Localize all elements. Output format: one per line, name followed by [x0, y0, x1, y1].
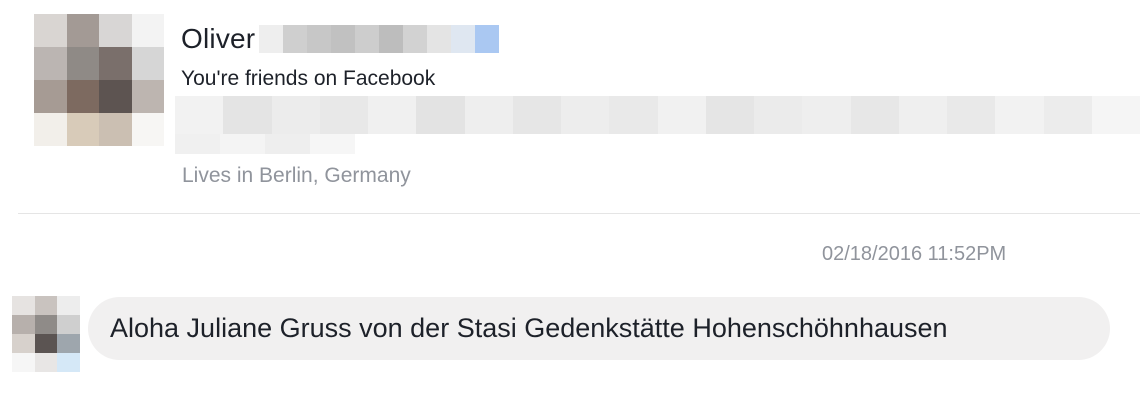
pixel-block — [34, 80, 67, 113]
pixel-block — [12, 334, 35, 353]
pixel-block — [307, 25, 332, 53]
pixel-block — [368, 96, 417, 134]
pixel-block — [223, 96, 272, 134]
pixel-block — [34, 47, 67, 80]
pixel-block — [34, 334, 58, 353]
profile-name[interactable]: Oliver — [181, 22, 500, 56]
name-redaction — [259, 25, 500, 53]
message-text: Aloha Juliane Gruss von der Stasi Gedenk… — [110, 313, 948, 343]
pixel-block — [99, 80, 132, 113]
pixel-block — [34, 315, 58, 334]
pixel-block — [220, 134, 265, 154]
pixel-block — [34, 14, 67, 47]
pixel-block — [283, 25, 308, 53]
pixel-block — [331, 25, 356, 53]
pixel-block — [271, 96, 320, 134]
pixel-block — [259, 25, 284, 53]
pixel-block — [57, 353, 80, 372]
pixel-block — [995, 96, 1044, 134]
pixel-block — [66, 47, 99, 80]
pixel-block — [379, 25, 404, 53]
pixel-block — [705, 96, 754, 134]
message-bubble[interactable]: Aloha Juliane Gruss von der Stasi Gedenk… — [88, 297, 1110, 360]
pixel-block — [12, 296, 35, 315]
pixel-block — [175, 96, 224, 134]
pixel-block — [131, 14, 164, 47]
pixel-block — [1043, 96, 1092, 134]
pixel-block — [319, 96, 368, 134]
pixel-block — [464, 96, 513, 134]
pixel-block — [66, 14, 99, 47]
pixel-block — [12, 353, 35, 372]
pixel-block — [451, 25, 476, 53]
pixel-block — [561, 96, 610, 134]
divider — [18, 213, 1140, 214]
pixel-block — [57, 315, 80, 334]
pixel-block — [34, 353, 58, 372]
pixel-block — [175, 134, 220, 154]
pixel-block — [66, 80, 99, 113]
pixel-block — [416, 96, 465, 134]
pixel-block — [131, 113, 164, 146]
friend-status: You're friends on Facebook — [181, 67, 436, 90]
pixel-block — [802, 96, 851, 134]
pixel-block — [512, 96, 561, 134]
pixel-block — [131, 47, 164, 80]
pixel-block — [99, 47, 132, 80]
profile-avatar[interactable] — [34, 14, 164, 146]
pixel-block — [131, 80, 164, 113]
pixel-block — [355, 25, 380, 53]
pixel-block — [310, 134, 355, 154]
pixel-block — [1091, 96, 1140, 134]
pixel-block — [898, 96, 947, 134]
pixel-block — [427, 25, 452, 53]
pixel-block — [403, 25, 428, 53]
pixel-block — [265, 134, 310, 154]
pixel-block — [754, 96, 803, 134]
message-timestamp: 02/18/2016 11:52PM — [822, 243, 1007, 265]
pixel-block — [66, 113, 99, 146]
pixel-block — [12, 315, 35, 334]
pixel-block — [657, 96, 706, 134]
pixel-block — [99, 113, 132, 146]
pixel-block — [947, 96, 996, 134]
redacted-info-2 — [175, 134, 355, 154]
sender-avatar[interactable] — [12, 296, 80, 372]
pixel-block — [34, 113, 67, 146]
profile-name-text[interactable]: Oliver — [181, 23, 255, 55]
pixel-block — [475, 25, 500, 53]
pixel-block — [850, 96, 899, 134]
pixel-block — [57, 334, 80, 353]
pixel-block — [609, 96, 658, 134]
redacted-info — [175, 96, 1140, 134]
pixel-block — [99, 14, 132, 47]
pixel-block — [57, 296, 80, 315]
location-text: Lives in Berlin, Germany — [182, 164, 411, 187]
pixel-block — [34, 296, 58, 315]
